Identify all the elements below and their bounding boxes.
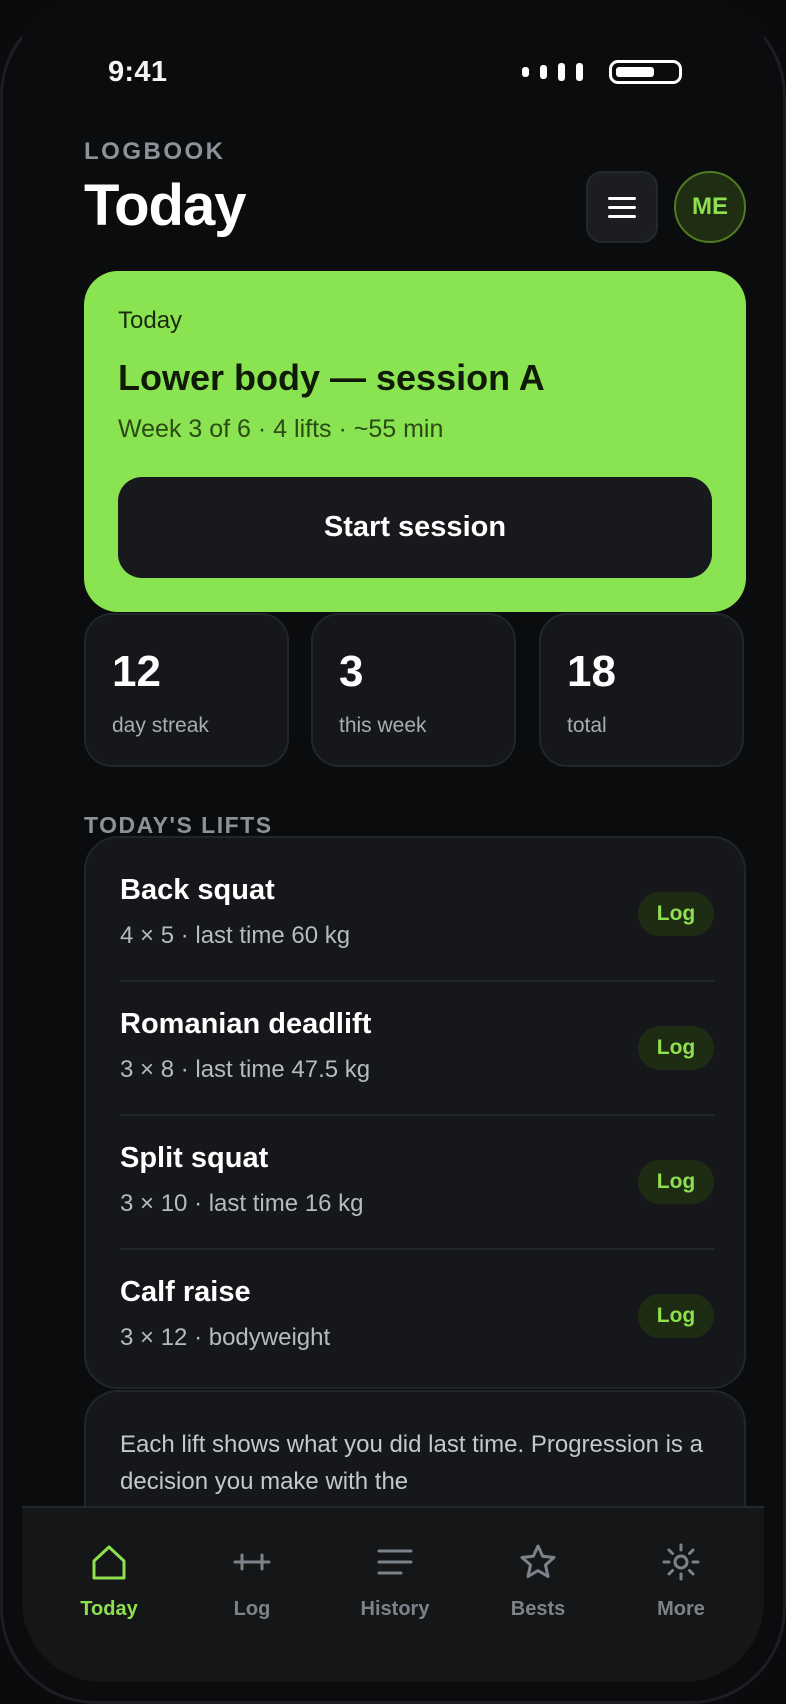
tab-label: Today	[80, 1598, 138, 1620]
page-title: Today	[84, 173, 246, 238]
stat-value: 3	[339, 647, 364, 696]
session-meta: Week 3 of 6 · 4 lifts · ~55 min	[118, 415, 444, 443]
signal-icon	[522, 63, 583, 81]
lift-name: Calf raise	[120, 1276, 251, 1308]
page-overline: LOGBOOK	[84, 138, 226, 165]
lift-meta: 3 × 8 · last time 47.5 kg	[120, 1056, 371, 1083]
list-icon	[377, 1549, 413, 1575]
log-button[interactable]: Log	[638, 892, 714, 936]
lift-row-romanian-deadlift[interactable]: Romanian deadlift 3 × 8 · last time 47.5…	[120, 972, 714, 1106]
status-time: 9:41	[108, 56, 168, 88]
stat-day-streak: 12 day streak	[84, 613, 289, 767]
lift-row-calf-raise[interactable]: Calf raise 3 × 12 · bodyweight Log	[120, 1240, 714, 1374]
tab-today[interactable]: Today	[44, 1542, 174, 1621]
hamburger-icon	[608, 194, 636, 221]
menu-button[interactable]	[586, 171, 658, 243]
tab-label: More	[657, 1598, 705, 1620]
stat-label: this week	[339, 714, 427, 737]
log-button[interactable]: Log	[638, 1026, 714, 1070]
tab-bar: Today Log History Bests More	[22, 1506, 764, 1682]
tab-history[interactable]: History	[330, 1542, 460, 1621]
tab-label: Log	[233, 1598, 271, 1620]
stat-value: 18	[567, 647, 616, 696]
lift-row-split-squat[interactable]: Split squat 3 × 10 · last time 16 kg Log	[120, 1106, 714, 1240]
lift-meta: 3 × 10 · last time 16 kg	[120, 1190, 364, 1217]
battery-icon	[609, 60, 682, 84]
log-button[interactable]: Log	[638, 1160, 714, 1204]
lifts-section-label: TODAY'S LIFTS	[84, 812, 273, 838]
lifts-list: Back squat 4 × 5 · last time 60 kg Log R…	[84, 836, 746, 1389]
session-card: Today Lower body — session A Week 3 of 6…	[84, 271, 746, 612]
phone-frame: 9:41 LOGBOOK Today ME Today Lower body —…	[0, 0, 786, 1704]
stat-total: 18 total	[539, 613, 744, 767]
session-card-label: Today	[118, 307, 183, 334]
tab-bests[interactable]: Bests	[473, 1542, 603, 1621]
tab-label: History	[360, 1598, 430, 1620]
stat-label: day streak	[112, 714, 209, 737]
tab-more[interactable]: More	[616, 1542, 746, 1621]
stat-this-week: 3 this week	[311, 613, 516, 767]
info-note-text: Each lift shows what you did last time. …	[120, 1431, 703, 1495]
star-icon	[520, 1544, 556, 1578]
lift-meta: 4 × 5 · last time 60 kg	[120, 922, 351, 949]
screen: 9:41 LOGBOOK Today ME Today Lower body —…	[22, 0, 764, 1682]
tab-log[interactable]: Log	[187, 1542, 317, 1621]
start-session-button[interactable]: Start session	[118, 477, 712, 578]
lift-row-back-squat[interactable]: Back squat 4 × 5 · last time 60 kg Log	[120, 838, 714, 972]
stat-value: 12	[112, 647, 161, 696]
lift-name: Back squat	[120, 874, 275, 906]
lift-meta: 3 × 12 · bodyweight	[120, 1324, 331, 1351]
avatar[interactable]: ME	[674, 171, 746, 243]
session-title: Lower body — session A	[118, 357, 545, 398]
gear-icon	[662, 1543, 700, 1581]
status-indicators	[522, 60, 682, 84]
home-icon	[92, 1545, 126, 1580]
tab-label: Bests	[510, 1598, 566, 1620]
lift-name: Split squat	[120, 1142, 269, 1174]
lift-name: Romanian deadlift	[120, 1008, 372, 1040]
stat-label: total	[567, 714, 607, 737]
barbell-icon	[233, 1553, 271, 1571]
log-button[interactable]: Log	[638, 1294, 714, 1338]
